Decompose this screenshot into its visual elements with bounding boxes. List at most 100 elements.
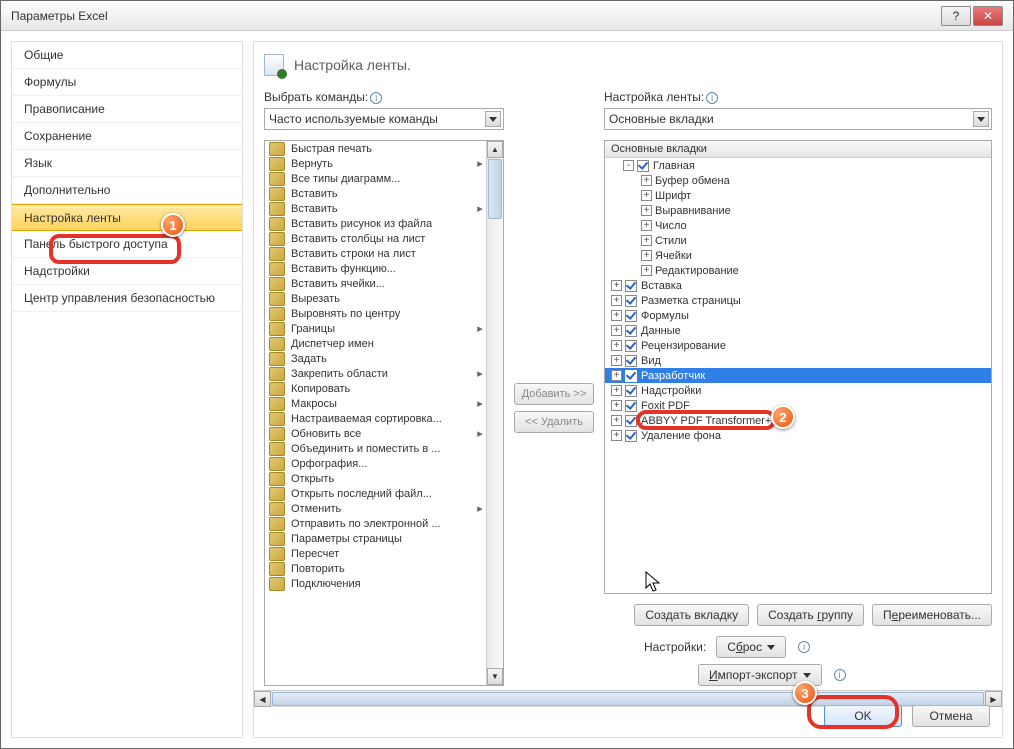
tree-checkbox[interactable] bbox=[625, 325, 637, 337]
command-item[interactable]: Вставить bbox=[265, 186, 486, 201]
cancel-button[interactable]: Отмена bbox=[912, 705, 990, 727]
command-item[interactable]: Объединить и поместить в ... bbox=[265, 441, 486, 456]
new-tab-button[interactable]: Создать вкладку bbox=[634, 604, 749, 626]
command-item[interactable]: Быстрая печать bbox=[265, 141, 486, 156]
tree-node[interactable]: +Редактирование bbox=[605, 263, 991, 278]
info-icon[interactable]: i bbox=[798, 641, 810, 653]
command-item[interactable]: Вставить столбцы на лист bbox=[265, 231, 486, 246]
nav-item[interactable]: Формулы bbox=[12, 69, 242, 96]
nav-item[interactable]: Сохранение bbox=[12, 123, 242, 150]
command-item[interactable]: Вернуть▸ bbox=[265, 156, 486, 171]
tree-toggle[interactable]: - bbox=[623, 160, 634, 171]
tree-toggle[interactable]: + bbox=[611, 310, 622, 321]
command-item[interactable]: Открыть bbox=[265, 471, 486, 486]
nav-item[interactable]: Язык bbox=[12, 150, 242, 177]
new-group-button[interactable]: Создать группу bbox=[757, 604, 864, 626]
tree-checkbox[interactable] bbox=[625, 340, 637, 352]
tree-node[interactable]: +Формулы bbox=[605, 308, 991, 323]
command-item[interactable]: Границы▸ bbox=[265, 321, 486, 336]
command-item[interactable]: Вставить функцию... bbox=[265, 261, 486, 276]
tree-toggle[interactable]: + bbox=[641, 250, 652, 261]
tree-toggle[interactable]: + bbox=[641, 190, 652, 201]
tree-checkbox[interactable] bbox=[625, 385, 637, 397]
command-item[interactable]: Отправить по электронной ... bbox=[265, 516, 486, 531]
tree-node[interactable]: +Буфер обмена bbox=[605, 173, 991, 188]
command-item[interactable]: Задать bbox=[265, 351, 486, 366]
tree-checkbox[interactable] bbox=[637, 160, 649, 172]
tree-toggle[interactable]: + bbox=[611, 280, 622, 291]
tree-toggle[interactable]: + bbox=[611, 355, 622, 366]
tree-node[interactable]: +ABBYY PDF Transformer+ bbox=[605, 413, 991, 428]
tree-checkbox[interactable] bbox=[625, 370, 637, 382]
tree-node[interactable]: +Шрифт bbox=[605, 188, 991, 203]
tree-toggle[interactable]: + bbox=[611, 430, 622, 441]
commands-listbox[interactable]: Быстрая печатьВернуть▸Все типы диаграмм.… bbox=[264, 140, 504, 686]
info-icon[interactable]: i bbox=[706, 92, 718, 104]
tree-node[interactable]: +Надстройки bbox=[605, 383, 991, 398]
scroll-down-button[interactable]: ▼ bbox=[487, 668, 503, 685]
tree-node[interactable]: +Вставка bbox=[605, 278, 991, 293]
tree-node[interactable]: +Удаление фона bbox=[605, 428, 991, 443]
command-item[interactable]: Вставить строки на лист bbox=[265, 246, 486, 261]
add-button[interactable]: Добавить >> bbox=[514, 383, 594, 405]
nav-item[interactable]: Центр управления безопасностью bbox=[12, 285, 242, 312]
scrollbar-horizontal[interactable]: ◀ ▶ bbox=[254, 690, 1002, 707]
command-item[interactable]: Вставить ячейки... bbox=[265, 276, 486, 291]
tree-toggle[interactable]: + bbox=[611, 385, 622, 396]
scrollbar-vertical[interactable]: ▲ ▼ bbox=[486, 141, 503, 685]
tree-node[interactable]: +Ячейки bbox=[605, 248, 991, 263]
nav-item[interactable]: Дополнительно bbox=[12, 177, 242, 204]
commands-source-dropdown[interactable]: Часто используемые команды bbox=[264, 108, 504, 130]
command-item[interactable]: Открыть последний файл... bbox=[265, 486, 486, 501]
tree-checkbox[interactable] bbox=[625, 280, 637, 292]
command-item[interactable]: Отменить▸ bbox=[265, 501, 486, 516]
close-button[interactable]: ✕ bbox=[973, 6, 1003, 26]
command-item[interactable]: Все типы диаграмм... bbox=[265, 171, 486, 186]
tree-toggle[interactable]: + bbox=[611, 340, 622, 351]
command-item[interactable]: Настраиваемая сортировка... bbox=[265, 411, 486, 426]
remove-button[interactable]: << Удалить bbox=[514, 411, 594, 433]
reset-button[interactable]: Сброс bbox=[716, 636, 786, 658]
tree-node[interactable]: -Главная bbox=[605, 158, 991, 173]
ribbon-tree[interactable]: Основные вкладки -Главная+Буфер обмена+Ш… bbox=[604, 140, 992, 594]
nav-item[interactable]: Надстройки bbox=[12, 258, 242, 285]
tree-checkbox[interactable] bbox=[625, 415, 637, 427]
tree-toggle[interactable]: + bbox=[641, 235, 652, 246]
nav-item[interactable]: Правописание bbox=[12, 96, 242, 123]
tree-checkbox[interactable] bbox=[625, 355, 637, 367]
nav-item[interactable]: Панель быстрого доступа bbox=[12, 231, 242, 258]
tree-node[interactable]: +Разработчик bbox=[605, 368, 991, 383]
tree-checkbox[interactable] bbox=[625, 430, 637, 442]
command-item[interactable]: Копировать bbox=[265, 381, 486, 396]
tree-toggle[interactable]: + bbox=[641, 175, 652, 186]
scroll-up-button[interactable]: ▲ bbox=[487, 141, 503, 158]
tree-node[interactable]: +Стили bbox=[605, 233, 991, 248]
help-button[interactable]: ? bbox=[941, 6, 971, 26]
import-export-button[interactable]: Импорт-экспорт bbox=[698, 664, 822, 686]
tree-toggle[interactable]: + bbox=[641, 265, 652, 276]
tree-toggle[interactable]: + bbox=[611, 370, 622, 381]
command-item[interactable]: Пересчет bbox=[265, 546, 486, 561]
command-item[interactable]: Обновить все▸ bbox=[265, 426, 486, 441]
rename-button[interactable]: Переименовать... bbox=[872, 604, 992, 626]
tree-checkbox[interactable] bbox=[625, 310, 637, 322]
info-icon[interactable]: i bbox=[834, 669, 846, 681]
ok-button[interactable]: OK bbox=[824, 705, 902, 727]
scroll-thumb[interactable] bbox=[488, 159, 502, 219]
command-item[interactable]: Диспетчер имен bbox=[265, 336, 486, 351]
tree-toggle[interactable]: + bbox=[611, 400, 622, 411]
command-item[interactable]: Закрепить области▸ bbox=[265, 366, 486, 381]
command-item[interactable]: Вставить рисунок из файла bbox=[265, 216, 486, 231]
tree-node[interactable]: +Число bbox=[605, 218, 991, 233]
command-item[interactable]: Макросы▸ bbox=[265, 396, 486, 411]
command-item[interactable]: Параметры страницы bbox=[265, 531, 486, 546]
tree-node[interactable]: +Foxit PDF bbox=[605, 398, 991, 413]
info-icon[interactable]: i bbox=[370, 92, 382, 104]
tree-toggle[interactable]: + bbox=[611, 325, 622, 336]
command-item[interactable]: Вырезать bbox=[265, 291, 486, 306]
tree-node[interactable]: +Рецензирование bbox=[605, 338, 991, 353]
tree-node[interactable]: +Вид bbox=[605, 353, 991, 368]
tree-toggle[interactable]: + bbox=[611, 295, 622, 306]
tree-node[interactable]: +Разметка страницы bbox=[605, 293, 991, 308]
command-item[interactable]: Подключения bbox=[265, 576, 486, 591]
